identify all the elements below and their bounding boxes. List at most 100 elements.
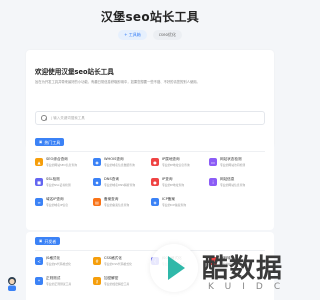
tool-text: 网站状态检测 专业的网站访问检测 bbox=[220, 157, 245, 167]
dev-tools-section: ▣ 开发者 < JS格式化专业的JS代码格式化 # CSS格式化专业的CSS代码格式化… bbox=[26, 232, 274, 300]
lock-icon: ■ bbox=[35, 178, 43, 186]
hot-tools-header: ▣ 热门工具 bbox=[35, 138, 65, 146]
dev-tools-title: 开发者 bbox=[44, 238, 57, 244]
tool-text: WHOIS查询专业的域名信息数据查询 bbox=[104, 157, 135, 167]
tool-item[interactable]: ▲ SEO综合查询 专业的网站SEO信息查询 bbox=[35, 157, 89, 171]
tool-text: 加密解密专业的加密解密工具 bbox=[104, 276, 129, 286]
tool-name: WHOIS查询 bbox=[104, 157, 124, 161]
link-icon: ∞ bbox=[35, 198, 43, 206]
key-icon: ⚷ bbox=[93, 277, 101, 285]
tool-desc: 专业的加密解密工具 bbox=[104, 282, 130, 286]
tool-item[interactable]: ◈ ICP备案专业的ICP备案查询 bbox=[151, 197, 205, 211]
tool-item[interactable]: ⇄ 编码转换专业的编码转换工具 bbox=[209, 256, 263, 270]
tool-desc: 专业的SSL证书检测 bbox=[46, 183, 71, 187]
tool-item[interactable]: ⚷ 加密解密专业的加密解密工具 bbox=[93, 276, 147, 290]
tool-text: JSON格式化 专业的JSON格式化 bbox=[162, 256, 186, 266]
tool-desc: 专业的IP地址信息查询 bbox=[162, 163, 190, 167]
code-icon: < bbox=[35, 257, 43, 265]
tool-name: 加密解密 bbox=[104, 276, 119, 280]
css-icon: # bbox=[93, 257, 101, 265]
tool-item[interactable]: ▭ 网站状态检测 专业的网站访问检测 bbox=[209, 157, 263, 171]
tool-name: 域名IP查询 bbox=[46, 197, 64, 201]
tool-item[interactable]: i 网站信息 专业的网站信息查询 bbox=[209, 177, 263, 191]
dev-tools-header: ▣ 开发者 bbox=[35, 237, 61, 245]
search-icon bbox=[41, 115, 47, 121]
tool-item[interactable]: ● IP查询专业的IP地址查询 bbox=[151, 177, 205, 191]
tool-desc: 专业的ICP备案查询 bbox=[162, 203, 187, 207]
tool-name: JSON格式化 bbox=[162, 256, 182, 260]
tool-desc: 专业的网站访问检测 bbox=[220, 163, 246, 167]
toolbox-link[interactable]: + 工具箱 bbox=[118, 30, 147, 40]
tool-text: SEO综合查询 专业的网站SEO信息查询 bbox=[46, 157, 77, 167]
tool-item[interactable]: # CSS格式化专业的CSS代码格式化 bbox=[93, 256, 147, 270]
chart-icon: ▲ bbox=[35, 158, 43, 166]
site-title: 汉堡seo站长工具 bbox=[100, 10, 200, 24]
tool-item[interactable]: * 正则测试 专业的正则测试工具 bbox=[35, 276, 89, 290]
tool-name: 正则测试 bbox=[46, 276, 61, 280]
tool-name: CSS格式化 bbox=[104, 256, 122, 260]
hot-tools-title: 热门工具 bbox=[44, 139, 61, 145]
welcome-heading: 欢迎使用汉堡seo站长工具 bbox=[35, 68, 114, 76]
tool-name: SSL检测 bbox=[46, 177, 60, 181]
tool-desc: 专业的JSON格式化 bbox=[162, 262, 186, 266]
code-icon: ▣ bbox=[39, 238, 43, 243]
convert-icon: ⇄ bbox=[209, 257, 217, 265]
header-links: + 工具箱 cseo优化 bbox=[0, 30, 300, 40]
tool-text: 备案查询专业的备案信息查询 bbox=[104, 197, 129, 207]
tool-name: IP属地查询 bbox=[162, 157, 180, 161]
tool-item[interactable]: ◉ WHOIS查询专业的域名信息数据查询 bbox=[93, 157, 147, 171]
divider bbox=[35, 151, 265, 152]
tool-name: 备案查询 bbox=[104, 197, 119, 201]
tool-name: IP查询 bbox=[162, 177, 173, 181]
pin-icon: ● bbox=[151, 158, 159, 166]
tool-text: JS格式化专业的JS代码格式化 bbox=[46, 256, 71, 266]
search-input[interactable] bbox=[51, 116, 251, 120]
tool-desc: 专业的备案信息查询 bbox=[104, 203, 130, 207]
tool-text: 正则测试 专业的正则测试工具 bbox=[46, 276, 71, 286]
tool-name: 网站信息 bbox=[220, 177, 235, 181]
seo-link[interactable]: cseo优化 bbox=[152, 30, 182, 40]
tool-text: ICP备案专业的ICP备案查询 bbox=[162, 197, 186, 207]
tool-name: JS格式化 bbox=[46, 256, 61, 260]
dns-icon: ◆ bbox=[93, 178, 101, 186]
ip-icon: ● bbox=[151, 178, 159, 186]
tool-item[interactable]: ● IP属地查询专业的IP地址信息查询 bbox=[151, 157, 205, 171]
globe-icon: ◉ bbox=[93, 158, 101, 166]
tool-text: 编码转换专业的编码转换工具 bbox=[220, 256, 245, 266]
tool-desc: 专业的IP地址查询 bbox=[162, 183, 185, 187]
tool-desc: 专业的JS代码格式化 bbox=[46, 262, 71, 266]
monitor-icon: ▭ bbox=[209, 158, 217, 166]
tool-text: CSS格式化专业的CSS代码格式化 bbox=[104, 256, 132, 266]
tool-item[interactable]: ▤ 备案查询专业的备案信息查询 bbox=[93, 197, 147, 211]
site-header: 汉堡seo站长工具 + 工具箱 cseo优化 bbox=[0, 0, 300, 40]
tool-text: IP属地查询专业的IP地址信息查询 bbox=[162, 157, 190, 167]
shield-icon: ◈ bbox=[151, 198, 159, 206]
tool-text: 网站信息专业的网站信息查询 bbox=[220, 177, 245, 187]
divider bbox=[35, 250, 265, 251]
tool-item[interactable]: {JSON格式化 专业的JSON格式化 bbox=[151, 256, 205, 270]
tool-desc: 专业的网站信息查询 bbox=[220, 183, 246, 187]
tool-text: DNS查询专业的域名DNS解析查询 bbox=[104, 177, 135, 187]
tool-item[interactable]: ■ SSL检测专业的SSL证书检测 bbox=[35, 177, 89, 191]
tool-desc: 专业的网站SEO信息查询 bbox=[46, 163, 77, 167]
tool-name: 编码转换 bbox=[220, 256, 235, 260]
tool-item[interactable]: < JS格式化专业的JS代码格式化 bbox=[35, 256, 89, 270]
tool-desc: 专业的CSS代码格式化 bbox=[104, 262, 132, 266]
tool-desc: 专业的域名IP信息 bbox=[46, 203, 69, 207]
tool-text: 域名IP查询专业的域名IP信息 bbox=[46, 197, 68, 207]
tool-text: IP查询专业的IP地址查询 bbox=[162, 177, 184, 187]
tool-desc: 专业的域名DNS解析查询 bbox=[104, 183, 136, 187]
tool-text: SSL检测专业的SSL证书检测 bbox=[46, 177, 71, 187]
tool-name: DNS查询 bbox=[104, 177, 119, 181]
tool-item[interactable]: ◆ DNS查询专业的域名DNS解析查询 bbox=[93, 177, 147, 191]
tool-name: ICP备案 bbox=[162, 197, 175, 201]
tool-desc: 专业的域名信息数据查询 bbox=[104, 163, 135, 167]
welcome-description: 旨在为开发工具并带来最好的小功能，有趣日常信息获取即用中，如果您想要一些不错、不… bbox=[35, 80, 200, 84]
regex-icon: * bbox=[35, 277, 43, 285]
search-box[interactable] bbox=[35, 111, 265, 125]
avatar-icon[interactable] bbox=[6, 276, 18, 292]
tool-item[interactable]: ∞ 域名IP查询专业的域名IP信息 bbox=[35, 197, 89, 211]
tool-desc: 专业的编码转换工具 bbox=[220, 262, 246, 266]
tool-name: 网站状态检测 bbox=[220, 157, 242, 161]
doc-icon: ▤ bbox=[93, 198, 101, 206]
